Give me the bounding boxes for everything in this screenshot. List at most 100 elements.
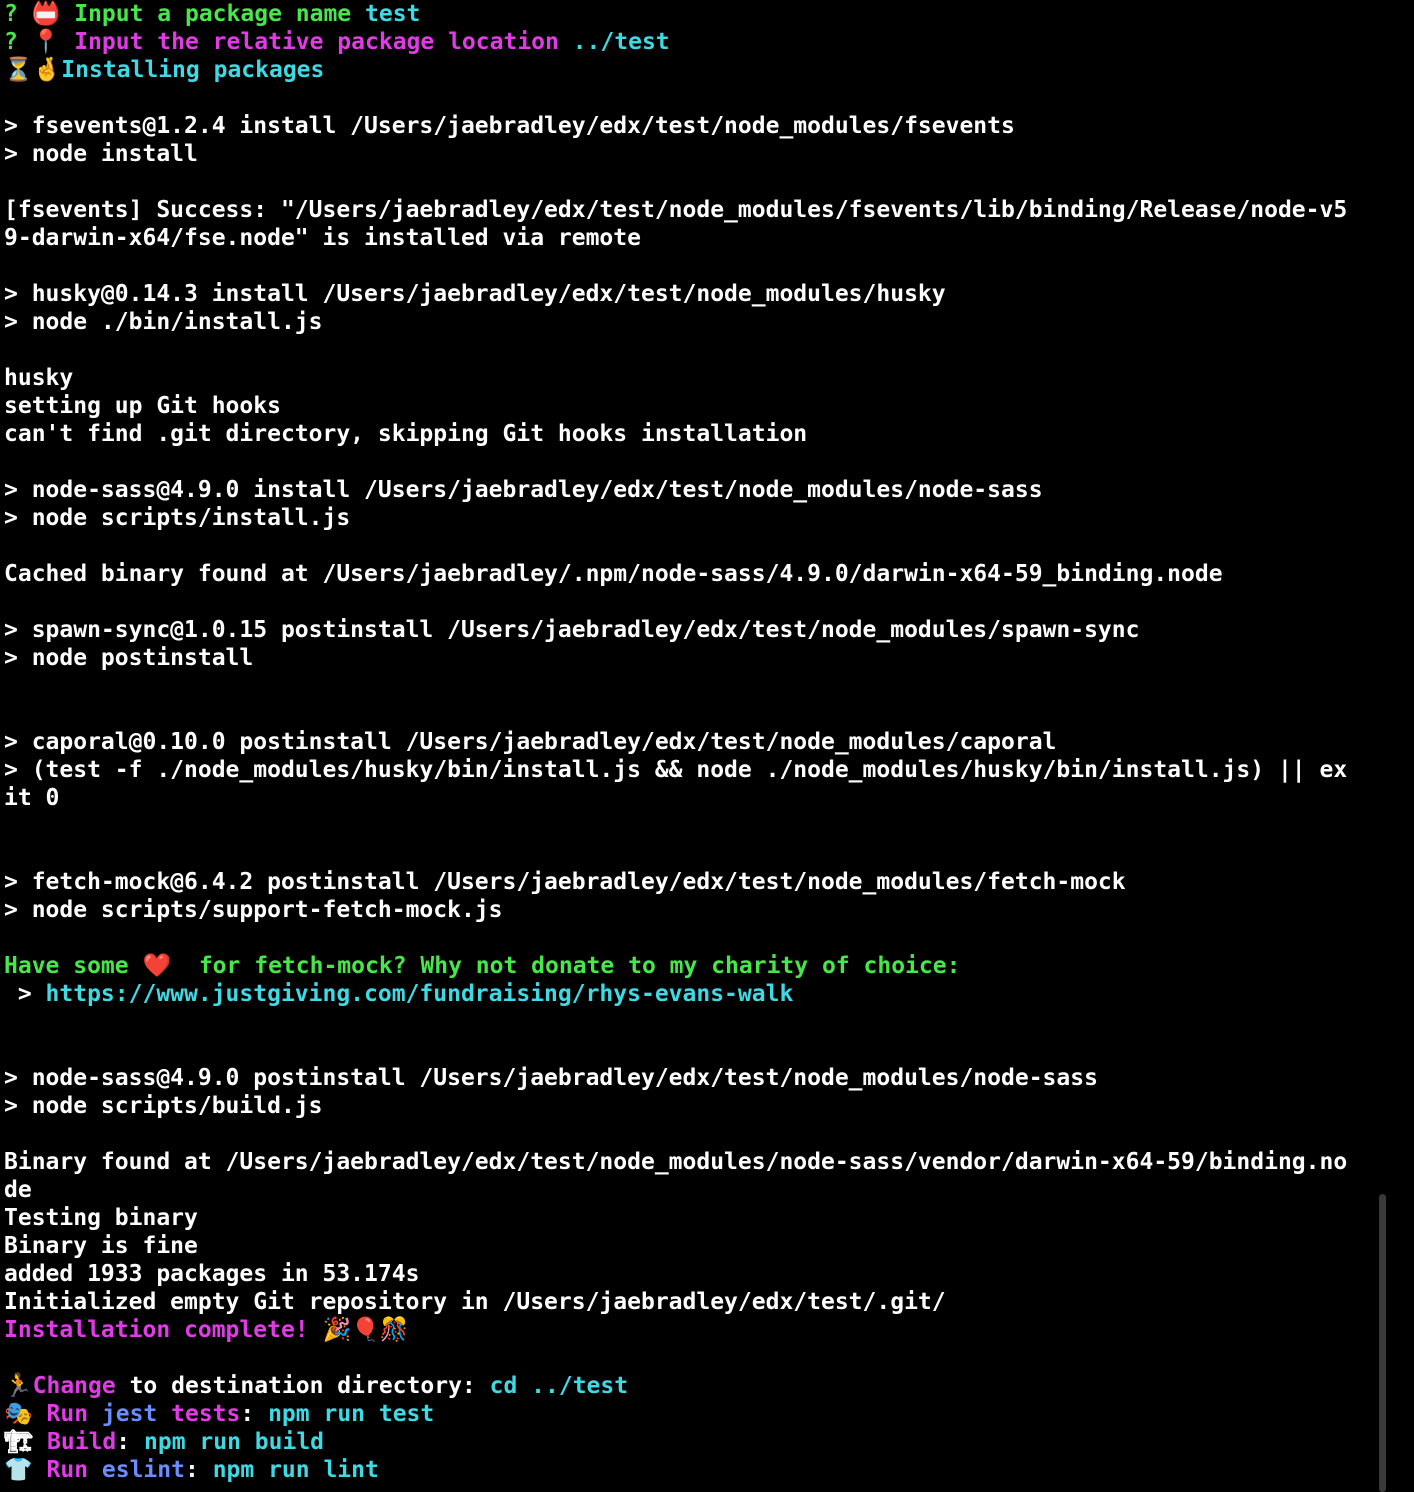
terminal-line: Testing binary bbox=[4, 1204, 1374, 1232]
terminal-line: 👕 Run eslint: npm run lint bbox=[4, 1456, 1374, 1484]
terminal-text: 🤞 bbox=[32, 57, 62, 83]
terminal-text: > husky@0.14.3 install /Users/jaebradley… bbox=[4, 281, 946, 307]
terminal-text: Initialized empty Git repository in /Use… bbox=[4, 1289, 946, 1315]
terminal-line: > node scripts/build.js bbox=[4, 1092, 1374, 1120]
terminal-text: for fetch-mock? Why not donate to my cha… bbox=[184, 953, 961, 979]
terminal-text: > spawn-sync@1.0.15 postinstall /Users/j… bbox=[4, 617, 1140, 643]
terminal-line: > fsevents@1.2.4 install /Users/jaebradl… bbox=[4, 112, 1374, 140]
terminal-text: ../test bbox=[572, 29, 670, 55]
terminal-line: > node install bbox=[4, 140, 1374, 168]
terminal-line: > caporal@0.10.0 postinstall /Users/jaeb… bbox=[4, 728, 1374, 756]
terminal-text: Run bbox=[46, 1457, 102, 1483]
terminal-text: eslint bbox=[101, 1457, 185, 1483]
terminal-text: cd ../test bbox=[489, 1373, 629, 1399]
terminal-line: > husky@0.14.3 install /Users/jaebradley… bbox=[4, 280, 1374, 308]
terminal-text: 🏗 bbox=[4, 1429, 48, 1455]
terminal-text: > caporal@0.10.0 postinstall /Users/jaeb… bbox=[4, 729, 1057, 755]
terminal-text: 📍 bbox=[31, 29, 75, 55]
terminal-text: > node ./bin/install.js bbox=[4, 309, 323, 335]
terminal-line: > node ./bin/install.js bbox=[4, 308, 1374, 336]
terminal-text: > node install bbox=[4, 141, 198, 167]
terminal-text: jest bbox=[101, 1401, 158, 1427]
terminal-text: it 0 bbox=[4, 785, 60, 811]
terminal-text: Input the relative package location bbox=[74, 29, 573, 55]
terminal-text: ? bbox=[4, 29, 32, 55]
terminal-line: > https://www.justgiving.com/fundraising… bbox=[4, 980, 1374, 1008]
terminal-text: > node scripts/install.js bbox=[4, 505, 351, 531]
terminal-line: > node postinstall bbox=[4, 644, 1374, 672]
terminal-text: : bbox=[184, 1457, 213, 1483]
terminal-text: : bbox=[240, 1401, 269, 1427]
terminal-text: Testing binary bbox=[4, 1205, 198, 1231]
terminal-text: > (test -f ./node_modules/husky/bin/inst… bbox=[4, 757, 1348, 783]
terminal-line: [fsevents] Success: "/Users/jaebradley/e… bbox=[4, 196, 1374, 224]
terminal-text: tests bbox=[157, 1401, 241, 1427]
terminal-line: Initialized empty Git repository in /Use… bbox=[4, 1288, 1374, 1316]
terminal-text: 🏃 bbox=[4, 1373, 33, 1399]
terminal-line: > node-sass@4.9.0 install /Users/jaebrad… bbox=[4, 476, 1374, 504]
terminal-text: : bbox=[116, 1429, 144, 1455]
terminal-text: > fetch-mock@6.4.2 postinstall /Users/ja… bbox=[4, 869, 1126, 895]
terminal-line: > node scripts/install.js bbox=[4, 504, 1374, 532]
terminal-line: 🎭 Run jest tests: npm run test bbox=[4, 1400, 1374, 1428]
terminal-text: Have some bbox=[4, 953, 143, 979]
terminal-text: 🎉🎈🎊 bbox=[322, 1317, 409, 1343]
scrollbar-track[interactable] bbox=[1374, 0, 1414, 1492]
terminal-line: can't find .git directory, skipping Git … bbox=[4, 420, 1374, 448]
terminal-text: > node scripts/build.js bbox=[4, 1093, 323, 1119]
terminal-text: Binary is fine bbox=[4, 1233, 198, 1259]
terminal-text: https://www.justgiving.com/fundraising/r… bbox=[45, 981, 794, 1007]
terminal-line: Installation complete! 🎉🎈🎊 bbox=[4, 1316, 1374, 1344]
terminal-line: 🏗 Build: npm run build bbox=[4, 1428, 1374, 1456]
terminal-text: Change bbox=[32, 1373, 116, 1399]
terminal-text: de bbox=[4, 1177, 32, 1203]
terminal-line: de bbox=[4, 1176, 1374, 1204]
terminal-line: > node scripts/support-fetch-mock.js bbox=[4, 896, 1374, 924]
terminal-line: Have some ❤️ for fetch-mock? Why not don… bbox=[4, 952, 1374, 980]
terminal-text: to destination directory: bbox=[115, 1373, 490, 1399]
terminal-text: ? bbox=[4, 1, 32, 27]
scrollbar-thumb[interactable] bbox=[1379, 1194, 1386, 1492]
terminal-text: Installation complete! bbox=[4, 1317, 323, 1343]
terminal-line: 🏃Change to destination directory: cd ../… bbox=[4, 1372, 1374, 1400]
terminal-line: ⏳🤞Installing packages bbox=[4, 56, 1374, 84]
terminal-line: ? 📍 Input the relative package location … bbox=[4, 28, 1374, 56]
terminal-text: Input a package name bbox=[74, 1, 365, 27]
terminal-text: > node postinstall bbox=[4, 645, 254, 671]
terminal-text: Binary found at /Users/jaebradley/edx/te… bbox=[4, 1149, 1348, 1175]
terminal-line: ? 📛 Input a package name test bbox=[4, 0, 1374, 28]
terminal-text: > bbox=[4, 981, 46, 1007]
terminal-text: > node scripts/support-fetch-mock.js bbox=[4, 897, 503, 923]
terminal-text: ⏳ bbox=[4, 57, 33, 83]
terminal-text: husky bbox=[4, 365, 74, 391]
terminal-line: Binary found at /Users/jaebradley/edx/te… bbox=[4, 1148, 1374, 1176]
terminal-text: 👕 bbox=[4, 1457, 47, 1483]
terminal-line: it 0 bbox=[4, 784, 1374, 812]
terminal-text: setting up Git hooks bbox=[4, 393, 281, 419]
terminal-text: test bbox=[365, 1, 421, 27]
terminal-line: added 1933 packages in 53.174s bbox=[4, 1260, 1374, 1288]
terminal-output[interactable]: ? 📛 Input a package name test? 📍 Input t… bbox=[0, 0, 1374, 1492]
terminal-text: > node-sass@4.9.0 install /Users/jaebrad… bbox=[4, 477, 1043, 503]
terminal-line: > (test -f ./node_modules/husky/bin/inst… bbox=[4, 756, 1374, 784]
terminal-text: added 1933 packages in 53.174s bbox=[4, 1261, 420, 1287]
terminal-text: Build bbox=[47, 1429, 117, 1455]
terminal-text: Cached binary found at /Users/jaebradley… bbox=[4, 561, 1223, 587]
terminal-line: husky bbox=[4, 364, 1374, 392]
terminal-line: 9-darwin-x64/fse.node" is installed via … bbox=[4, 224, 1374, 252]
terminal-text: npm run lint bbox=[212, 1457, 379, 1483]
